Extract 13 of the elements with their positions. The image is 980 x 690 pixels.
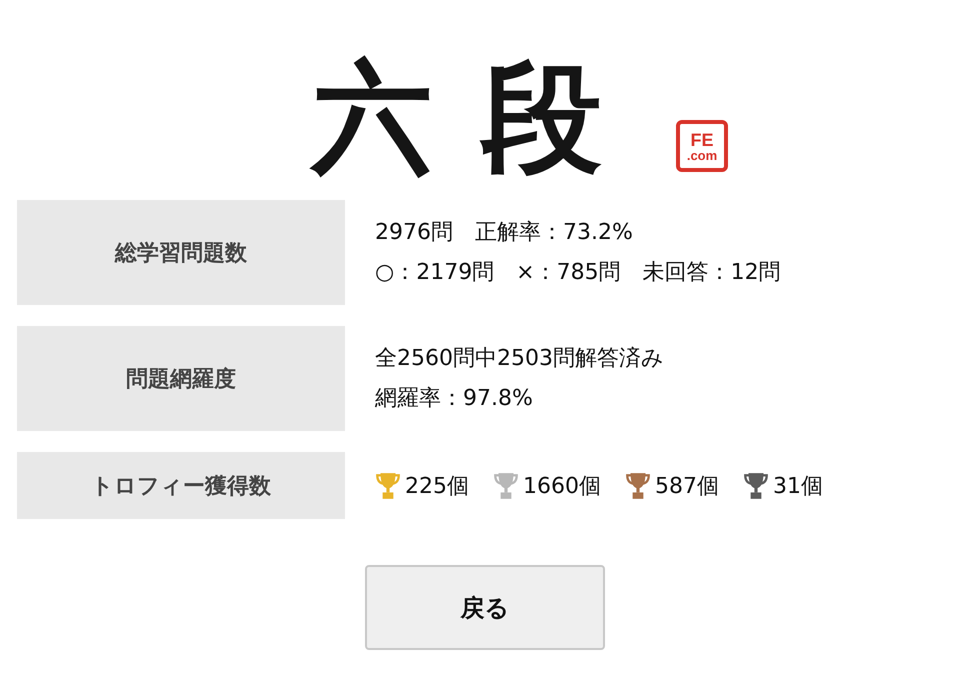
trophy-count: 31個 [773, 472, 823, 500]
stat-value: 全2560問中2503問解答済み [375, 344, 664, 372]
stat-label: 問題網羅度 [17, 326, 345, 431]
stat-value: 網羅率：97.8% [375, 384, 534, 412]
stat-label: 総学習問題数 [17, 200, 345, 305]
logo-stamp: FE .com [676, 120, 728, 172]
stat-label: トロフィー獲得数 [17, 452, 345, 519]
stat-value: 2976問 正解率：73.2% [375, 218, 634, 246]
stat-value: ○：2179問 ×：785問 未回答：12問 [375, 258, 781, 286]
trophy-count: 225個 [405, 472, 469, 500]
trophy-count: 1660個 [523, 472, 601, 500]
trophy-count: 587個 [655, 472, 719, 500]
back-button[interactable]: 戻る [365, 565, 605, 650]
